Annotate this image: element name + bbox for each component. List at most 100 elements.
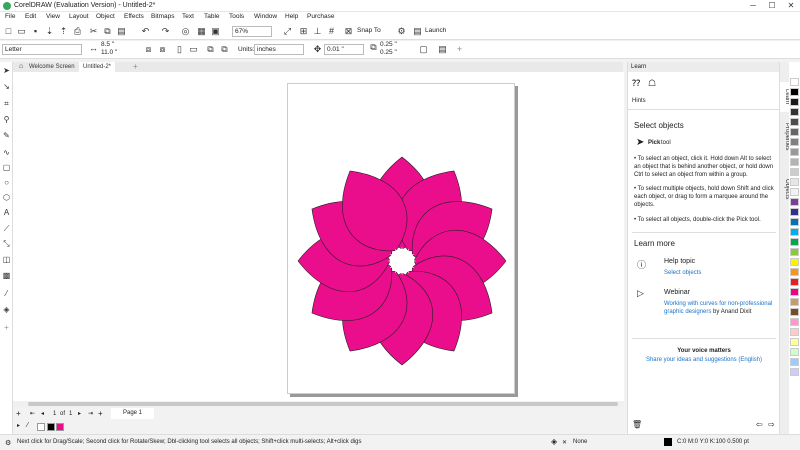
palette-arrow-icon[interactable]: ▸ bbox=[17, 422, 20, 429]
page-height-field[interactable]: 11.0 " bbox=[99, 49, 137, 58]
add-preset-icon[interactable]: ▤ bbox=[437, 44, 448, 55]
copy-icon[interactable]: ⧉ bbox=[102, 26, 113, 37]
menu-layout[interactable]: Layout bbox=[69, 13, 89, 20]
help-topic-link[interactable]: Select objects bbox=[664, 269, 701, 277]
palette-swatch[interactable] bbox=[790, 268, 799, 276]
save-icon[interactable]: ▪ bbox=[30, 26, 41, 37]
close-button[interactable]: ✕ bbox=[782, 1, 800, 11]
palette-swatch[interactable] bbox=[790, 308, 799, 316]
duplicate-y-field[interactable]: 0.25 " bbox=[378, 49, 408, 58]
interactive-fill-icon[interactable]: ◈ bbox=[2, 305, 11, 314]
grid-icon[interactable]: ⊞ bbox=[298, 26, 309, 37]
print-icon[interactable]: ⎙ bbox=[72, 26, 83, 37]
palette-swatch[interactable] bbox=[790, 148, 799, 156]
palette-swatch[interactable] bbox=[790, 178, 799, 186]
palette-swatch[interactable] bbox=[790, 258, 799, 266]
paste-icon[interactable]: ▤ bbox=[116, 26, 127, 37]
palette-swatch[interactable] bbox=[790, 218, 799, 226]
zoom-level-field[interactable]: 67% bbox=[232, 26, 272, 37]
palette-swatch[interactable] bbox=[790, 78, 799, 86]
palette-swatch[interactable] bbox=[790, 228, 799, 236]
eyedropper-small-icon[interactable]: ⁄ bbox=[27, 422, 28, 429]
add-tool-icon[interactable]: + bbox=[2, 323, 11, 332]
webinar-link[interactable]: Working with curves for non-professional… bbox=[664, 301, 772, 315]
menu-purchase[interactable]: Purchase bbox=[307, 13, 334, 20]
new-tab-icon[interactable]: + bbox=[129, 62, 142, 72]
guidelines-icon[interactable]: # bbox=[326, 26, 337, 37]
tab-untitled-2[interactable]: Untitled-2* bbox=[79, 62, 116, 72]
menu-help[interactable]: Help bbox=[285, 13, 298, 20]
outline-color-swatch[interactable] bbox=[47, 423, 55, 431]
menu-text[interactable]: Text bbox=[182, 13, 194, 20]
nudge-distance-field[interactable]: 0.01 " bbox=[324, 44, 364, 55]
palette-swatch[interactable] bbox=[790, 348, 799, 356]
forward-icon[interactable]: ⇨ bbox=[768, 420, 775, 429]
palette-swatch[interactable] bbox=[790, 168, 799, 176]
fill-color-swatch[interactable] bbox=[56, 423, 64, 431]
palette-swatch[interactable] bbox=[790, 358, 799, 366]
add-page-before-icon[interactable]: + bbox=[16, 409, 21, 418]
rectangle-tool-icon[interactable]: ▢ bbox=[2, 163, 11, 172]
palette-swatch[interactable] bbox=[790, 338, 799, 346]
trash-icon[interactable]: 🗑 bbox=[632, 420, 642, 429]
pick-tool-icon[interactable]: ➤ bbox=[2, 66, 11, 75]
all-pages-size-icon[interactable]: ⧉ bbox=[205, 44, 216, 55]
flower-object[interactable] bbox=[297, 156, 508, 367]
palette-swatch[interactable] bbox=[790, 208, 799, 216]
menu-view[interactable]: View bbox=[46, 13, 60, 20]
palette-swatch[interactable] bbox=[790, 368, 799, 376]
palette-swatch[interactable] bbox=[790, 98, 799, 106]
menu-file[interactable]: File bbox=[5, 13, 15, 20]
palette-swatch[interactable] bbox=[790, 108, 799, 116]
palette-swatch[interactable] bbox=[790, 328, 799, 336]
palette-swatch[interactable] bbox=[790, 88, 799, 96]
page-size-select[interactable]: Letter bbox=[2, 44, 82, 55]
back-icon[interactable]: ⇦ bbox=[756, 420, 763, 429]
snap-to-dropdown[interactable]: Snap To bbox=[357, 27, 381, 34]
palette-swatch[interactable] bbox=[790, 248, 799, 256]
tab-welcome-screen[interactable]: Welcome Screen bbox=[25, 62, 79, 72]
freehand-tool-icon[interactable]: ✎ bbox=[2, 131, 11, 140]
drawing-canvas[interactable] bbox=[13, 72, 624, 401]
landscape-icon[interactable]: ▭ bbox=[188, 44, 199, 55]
shape-tool-icon[interactable]: ↘ bbox=[2, 82, 11, 91]
menu-window[interactable]: Window bbox=[254, 13, 277, 20]
full-screen-icon[interactable]: ⤢ bbox=[282, 26, 293, 37]
current-page-size-icon[interactable]: ⧉ bbox=[219, 44, 230, 55]
current-page-icon[interactable]: ⧇ bbox=[157, 44, 168, 55]
import-bitmap-icon[interactable]: ▦ bbox=[196, 26, 207, 37]
flower-svg[interactable] bbox=[288, 84, 516, 395]
rulers-icon[interactable]: ⊥ bbox=[312, 26, 323, 37]
transparency-icon[interactable]: ▩ bbox=[2, 271, 11, 280]
menu-effects[interactable]: Effects bbox=[124, 13, 144, 20]
tutorial-icon[interactable]: ☖ bbox=[648, 78, 656, 89]
drop-shadow-icon[interactable]: ◫ bbox=[2, 255, 11, 264]
menu-object[interactable]: Object bbox=[96, 13, 115, 20]
search-content-icon[interactable]: ◎ bbox=[180, 26, 191, 37]
last-page-icon[interactable]: ⇥ bbox=[88, 410, 93, 417]
maximize-button[interactable]: ☐ bbox=[763, 1, 781, 11]
menu-bitmaps[interactable]: Bitmaps bbox=[151, 13, 174, 20]
import-icon[interactable]: ⇣ bbox=[44, 26, 55, 37]
zoom-tool-icon[interactable]: ⚲ bbox=[2, 115, 11, 124]
text-tool-icon[interactable]: A bbox=[2, 208, 11, 217]
polygon-tool-icon[interactable]: ⬡ bbox=[2, 193, 11, 202]
undo-icon[interactable]: ↶ bbox=[140, 26, 151, 37]
palette-swatch[interactable] bbox=[790, 198, 799, 206]
horizontal-scrollbar[interactable] bbox=[13, 401, 624, 407]
hints-icon[interactable]: ⁇ bbox=[632, 78, 640, 89]
palette-swatch[interactable] bbox=[790, 138, 799, 146]
snap-icon[interactable]: ⊠ bbox=[343, 26, 354, 37]
new-document-icon[interactable]: □ bbox=[3, 26, 14, 37]
palette-swatch[interactable] bbox=[790, 128, 799, 136]
treat-as-filled-icon[interactable]: ▢ bbox=[418, 44, 429, 55]
add-icon[interactable]: + bbox=[454, 44, 465, 55]
prev-page-icon[interactable]: ◂ bbox=[41, 410, 44, 417]
menu-edit[interactable]: Edit bbox=[25, 13, 36, 20]
menu-table[interactable]: Table bbox=[204, 13, 220, 20]
menu-tools[interactable]: Tools bbox=[229, 13, 244, 20]
no-color-swatch[interactable] bbox=[37, 423, 45, 431]
ellipse-tool-icon[interactable]: ○ bbox=[2, 178, 11, 187]
scroll-thumb[interactable] bbox=[28, 402, 618, 406]
minimize-button[interactable]: ─ bbox=[744, 1, 762, 11]
